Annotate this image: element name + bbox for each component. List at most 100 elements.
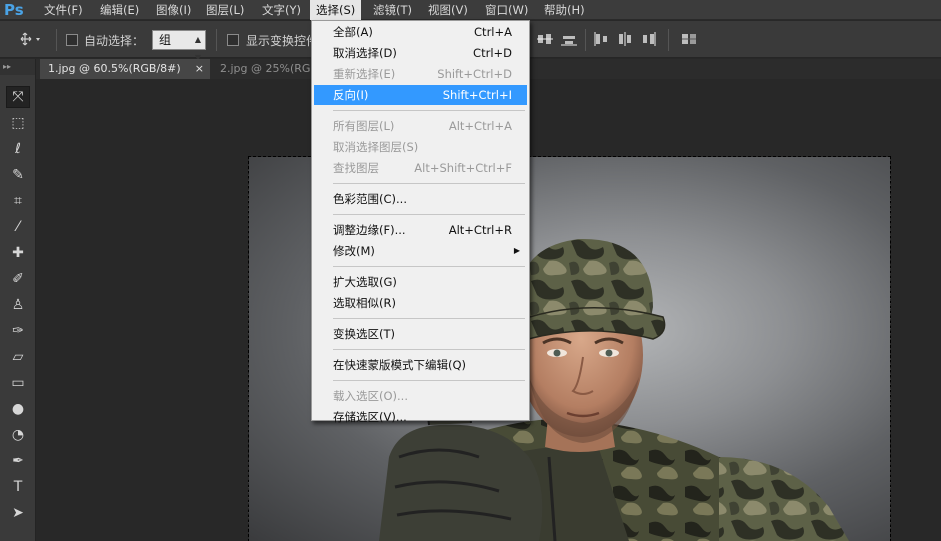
menu-item-label: 扩大选取(G) — [333, 275, 397, 289]
select-menu-item[interactable]: 调整边缘(F)... Alt+Ctrl+R — [314, 220, 527, 240]
menu-separator — [333, 214, 525, 215]
menu-item-shortcut: Shift+Ctrl+I — [442, 88, 512, 102]
history-brush-tool-icon[interactable]: ✑ — [6, 320, 30, 342]
menu-item[interactable]: 帮助(H) — [538, 0, 591, 20]
select-menu-item: 查找图层 Alt+Shift+Ctrl+F — [314, 158, 527, 178]
menu-item[interactable]: 文件(F) — [38, 0, 89, 20]
menu-item-label: 查找图层 — [333, 161, 379, 175]
select-menu-item: 所有图层(L) Alt+Ctrl+A — [314, 116, 527, 136]
tab-label: 2.jpg @ 25%(RGB — [220, 62, 318, 75]
select-menu-dropdown: 全部(A) Ctrl+A 取消选择(D) Ctrl+D 重新选择(E) Shift+Ctr… — [311, 20, 530, 424]
auto-select-target-dropdown[interactable]: 组 ▲ ▼ — [152, 30, 206, 62]
menu-item-label: 选取相似(R) — [333, 296, 396, 310]
menu-item[interactable]: 选择(S) — [310, 0, 362, 20]
menu-item-label: 重新选择(E) — [333, 67, 396, 81]
auto-align-layers-icon[interactable] — [681, 32, 697, 46]
menu-separator — [333, 183, 525, 184]
align-bottom-edges-icon[interactable] — [561, 32, 577, 46]
show-transform-label: 显示变换控件 — [246, 34, 319, 48]
select-menu-item[interactable]: 选取相似(R) — [314, 293, 527, 313]
menu-item-label: 修改(M) — [333, 244, 375, 258]
move-tool-preset-icon[interactable] — [20, 31, 42, 47]
eraser-tool-icon[interactable]: ▱ — [6, 346, 30, 368]
menu-bar: Ps 文件(F) 编辑(E) 图像(I) 图层(L) 文字(Y) 选择(S) 滤镜(T) 视图… — [0, 0, 941, 20]
quick-select-tool-icon[interactable]: ✎ — [6, 164, 30, 186]
menu-item[interactable]: 滤镜(T) — [367, 0, 418, 20]
menu-item-label: 全部(A) — [333, 25, 373, 39]
stamp-tool-icon[interactable]: ♙ — [6, 294, 30, 316]
menu-item-label: 调整边缘(F)... — [333, 223, 406, 237]
auto-select-target-value: 组 — [159, 33, 172, 47]
menu-item-label: 在快速蒙版模式下编辑(Q) — [333, 358, 467, 372]
dodge-tool-icon[interactable]: ◔ — [6, 424, 30, 446]
menu-item-shortcut: Alt+Ctrl+A — [448, 119, 512, 133]
crop-tool-icon[interactable]: ⌗ — [6, 190, 30, 212]
select-menu-item[interactable]: 反向(I) Shift+Ctrl+I — [314, 85, 527, 105]
marquee-tool-icon[interactable]: ⬚ — [6, 112, 30, 134]
submenu-arrow-icon: ▶ — [513, 246, 520, 255]
menu-item[interactable]: 图像(I) — [150, 0, 197, 20]
select-menu-item[interactable]: 扩大选取(G) — [314, 272, 527, 292]
align-vertical-centers-icon[interactable] — [537, 32, 553, 46]
options-separator — [216, 29, 217, 51]
lasso-tool-icon[interactable]: ℓ — [6, 138, 30, 160]
gradient-tool-icon[interactable]: ▭ — [6, 372, 30, 394]
select-menu-item: 取消选择图层(S) — [314, 137, 527, 157]
menu-separator — [333, 318, 525, 319]
select-menu-item[interactable]: 存储选区(V)... — [314, 407, 527, 427]
align-horizontal-centers-icon[interactable] — [617, 32, 633, 46]
menu-item-label: 取消选择(D) — [333, 46, 397, 60]
menu-separator — [333, 349, 525, 350]
path-select-tool-icon[interactable]: ➤ — [6, 502, 30, 524]
brush-tool-icon[interactable]: ✐ — [6, 268, 30, 290]
menu-item[interactable]: 文字(Y) — [256, 0, 307, 20]
menu-separator — [333, 266, 525, 267]
auto-select-checkbox[interactable] — [66, 34, 78, 46]
tab-label: 1.jpg @ 60.5%(RGB/8#) — [48, 62, 181, 75]
tab-document-1[interactable]: 1.jpg @ 60.5%(RGB/8#) × — [40, 59, 210, 79]
move-tool-icon[interactable]: ⤧ — [6, 86, 30, 108]
select-menu-item[interactable]: 在快速蒙版模式下编辑(Q) — [314, 355, 527, 375]
options-separator — [668, 29, 669, 51]
menu-item-label: 色彩范围(C)... — [333, 192, 407, 206]
menu-item-shortcut: Alt+Shift+Ctrl+F — [414, 161, 512, 175]
pen-tool-icon[interactable]: ✒ — [6, 450, 30, 472]
select-menu-item[interactable]: 取消选择(D) Ctrl+D — [314, 43, 527, 63]
blur-tool-icon[interactable]: ● — [6, 398, 30, 420]
menu-item-shortcut: Shift+Ctrl+D — [437, 67, 512, 81]
eyedropper-tool-icon[interactable]: ⁄ — [6, 216, 30, 238]
menu-item-label: 存储选区(V)... — [333, 410, 407, 424]
healing-brush-tool-icon[interactable]: ✚ — [6, 242, 30, 264]
close-tab-icon[interactable]: × — [195, 59, 204, 79]
menu-separator — [333, 110, 525, 111]
menu-item[interactable]: 编辑(E) — [94, 0, 145, 20]
select-menu-item[interactable]: 全部(A) Ctrl+A — [314, 22, 527, 42]
options-separator — [56, 29, 57, 51]
menu-item-label: 反向(I) — [333, 88, 369, 102]
show-transform-checkbox[interactable] — [227, 34, 239, 46]
menu-item-shortcut: Ctrl+A — [474, 25, 512, 39]
type-tool-icon[interactable]: T — [6, 476, 30, 498]
align-left-edges-icon[interactable] — [593, 32, 609, 46]
select-menu-item: 载入选区(O)... — [314, 386, 527, 406]
select-menu-item[interactable]: 修改(M) ▶ — [314, 241, 527, 261]
menu-item-shortcut: Ctrl+D — [473, 46, 512, 60]
menu-item[interactable]: 视图(V) — [422, 0, 474, 20]
menu-separator — [333, 380, 525, 381]
photoshop-logo: Ps — [4, 1, 24, 19]
select-menu-item: 重新选择(E) Shift+Ctrl+D — [314, 64, 527, 84]
menu-item-shortcut: Alt+Ctrl+R — [448, 223, 512, 237]
select-menu-item[interactable]: 色彩范围(C)... — [314, 189, 527, 209]
menu-item-label: 所有图层(L) — [333, 119, 395, 133]
menu-item-label: 变换选区(T) — [333, 327, 395, 341]
select-menu-item[interactable]: 变换选区(T) — [314, 324, 527, 344]
menu-item-label: 取消选择图层(S) — [333, 140, 419, 154]
auto-select-label: 自动选择： — [84, 34, 145, 48]
toolbox-panel: ▸▸ ⤧ ⬚ ℓ ✎ ⌗ ⁄ ✚ ✐ ♙ ✑ ▱ ▭ ● ◔ ✒ T ➤ — [0, 59, 36, 541]
menu-item[interactable]: 图层(L) — [200, 0, 250, 20]
toolbox-collapse-handle[interactable]: ▸▸ — [0, 59, 35, 75]
menu-item-label: 载入选区(O)... — [333, 389, 408, 403]
menu-item[interactable]: 窗口(W) — [479, 0, 534, 20]
options-separator — [585, 29, 586, 51]
align-right-edges-icon[interactable] — [641, 32, 657, 46]
